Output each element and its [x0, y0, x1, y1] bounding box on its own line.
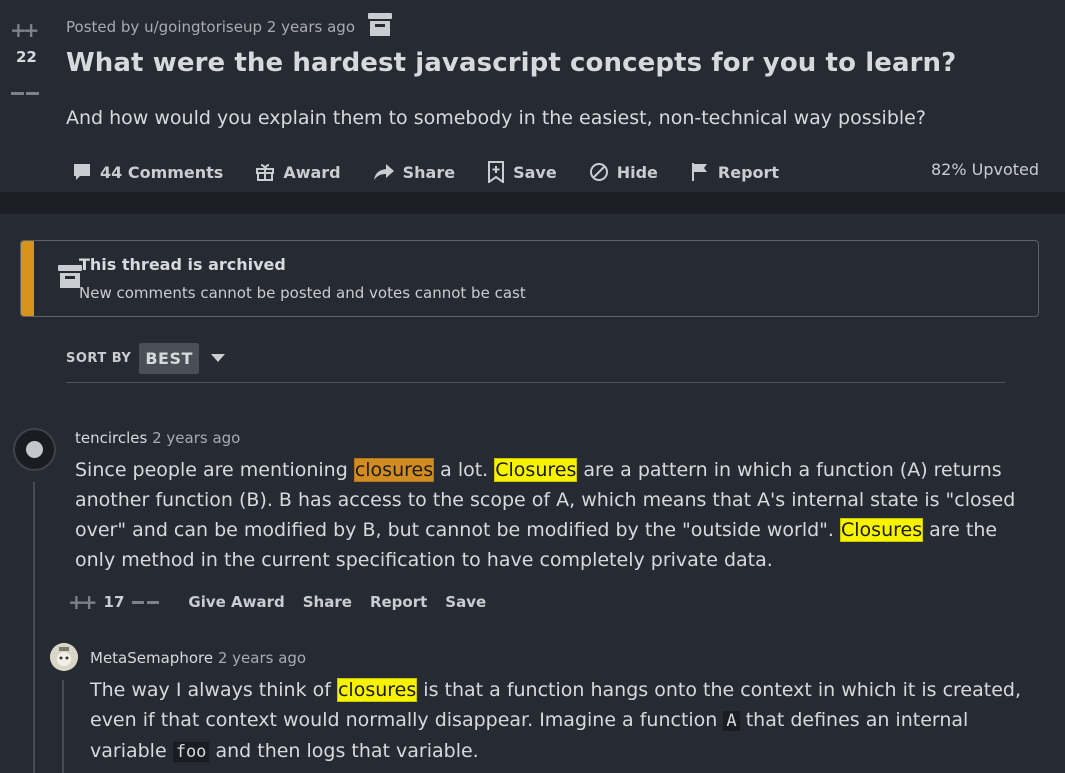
comment-line: Since people are mentioning closures a l…	[75, 458, 1002, 482]
comment-score: 17	[103, 593, 125, 611]
report-button[interactable]: Report	[690, 162, 779, 182]
comments-button[interactable]: 44 Comments	[72, 162, 223, 182]
sort-dropdown[interactable]: BEST	[139, 342, 199, 374]
comment-body: The way I always think of closures is th…	[90, 675, 1021, 767]
comment-line: another function (B). B has access to th…	[75, 489, 1016, 511]
comment-line: only method in the current specification…	[75, 549, 773, 571]
search-highlight: Closures	[494, 458, 578, 482]
archive-icon	[367, 13, 392, 37]
thread-line[interactable]	[33, 482, 35, 773]
save-button[interactable]: Save	[487, 161, 557, 183]
avatar[interactable]	[13, 428, 56, 471]
sort-control: SORT BY BEST	[66, 341, 225, 375]
hide-button[interactable]: Hide	[589, 162, 658, 182]
give-award-button[interactable]: Give Award	[188, 593, 284, 611]
share-icon	[373, 164, 394, 180]
posted-by: Posted by u/goingtoriseup 2 years ago	[66, 18, 356, 36]
sort-label: SORT BY	[66, 350, 132, 366]
gift-icon	[256, 164, 275, 181]
search-highlight: Closures	[840, 518, 924, 542]
archive-banner: This thread is archived New comments can…	[20, 240, 1039, 317]
thread-line[interactable]	[62, 680, 64, 773]
upvote-icon[interactable]: ++	[68, 590, 97, 614]
comment-line: variable foo and then logs that variable…	[90, 740, 479, 762]
comment-author: MetaSemaphore 2 years ago	[90, 649, 306, 667]
downvote-icon[interactable]	[132, 600, 162, 604]
report-button[interactable]: Report	[370, 593, 427, 611]
comment-time: 2 years ago	[217, 649, 307, 667]
comment-line: The way I always think of closures is th…	[90, 678, 1022, 702]
chevron-down-icon[interactable]	[210, 354, 225, 362]
comment-author: tencircles 2 years ago	[75, 429, 240, 447]
post-body: And how would you explain them to somebo…	[66, 107, 926, 129]
upvoted-percentage: 82% Upvoted	[930, 160, 1039, 179]
comment-username[interactable]: tencircles	[75, 429, 147, 447]
search-highlight: closures	[336, 678, 418, 702]
archive-title: This thread is archived	[79, 255, 286, 274]
divider-band	[0, 192, 1065, 214]
comment-line: over" and can be modified by B, but cann…	[75, 518, 998, 542]
comment-actions: ++ 17 Give Award Share Report Save	[68, 590, 504, 614]
upvote-icon[interactable]: ++	[10, 18, 39, 42]
inline-code: A	[723, 711, 740, 731]
flag-icon	[691, 163, 707, 181]
share-button[interactable]: Share	[303, 593, 352, 611]
share-button[interactable]: Share	[373, 162, 455, 182]
separator	[66, 382, 1005, 383]
archive-stripe	[21, 241, 34, 316]
inline-code: foo	[172, 742, 210, 762]
search-highlight: closures	[353, 458, 435, 482]
avatar[interactable]	[50, 643, 78, 671]
hide-icon	[589, 163, 608, 181]
bookmark-plus-icon	[488, 161, 505, 183]
comment-body: Since people are mentioning closures a l…	[75, 455, 1015, 575]
archive-subtitle: New comments cannot be posted and votes …	[79, 284, 526, 302]
comment-username[interactable]: MetaSemaphore	[90, 649, 213, 667]
comment-line: even if that context would normally disa…	[90, 709, 969, 731]
comment-icon	[74, 164, 90, 180]
post-title[interactable]: What were the hardest javascript concept…	[66, 48, 956, 78]
downvote-icon[interactable]	[11, 80, 41, 95]
post-meta: Posted by u/goingtoriseup 2 years ago	[66, 13, 392, 37]
post-vote-count: 22	[16, 48, 37, 66]
comment-time: 2 years ago	[152, 429, 241, 447]
post-actions: 44 Comments Award Share Save Hide Report	[72, 158, 811, 186]
award-button[interactable]: Award	[255, 162, 341, 182]
save-button[interactable]: Save	[445, 593, 486, 611]
